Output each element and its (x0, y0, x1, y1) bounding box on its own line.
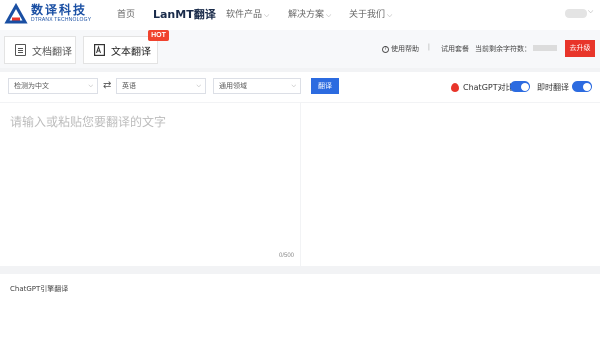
chevron-down-icon: ⌵ (264, 11, 270, 19)
tab-document-translate[interactable]: 文档翻译 (4, 36, 76, 64)
text-translate-icon (94, 44, 105, 56)
chatgpt-panel-title: ChatGPT引擎翻译 (10, 285, 69, 293)
chevron-down-icon: ⌵ (326, 11, 332, 19)
hot-badge: HOT (148, 30, 169, 41)
char-counter: 0/500 (278, 253, 294, 259)
source-language-select[interactable]: 检测为中文 ⌵ (8, 78, 98, 94)
nav-about-us[interactable]: 关于我们 ⌵ (349, 0, 392, 30)
top-nav: 数译科技 DTRANX TECHNOLOGY 首页 LanMT翻译 软件产品 ⌵ … (0, 0, 600, 30)
remaining-chars-label: 当前剩余字符数： (475, 45, 531, 53)
swap-languages-icon[interactable]: ⇄ (103, 80, 111, 92)
flame-icon (451, 83, 459, 92)
remaining-chars-value (533, 45, 557, 51)
chevron-down-icon: ⌵ (88, 82, 93, 89)
divider: | (428, 44, 430, 51)
avatar[interactable] (565, 9, 587, 18)
domain-select[interactable]: 通用领域 ⌵ (213, 78, 301, 94)
nav-solutions[interactable]: 解决方案 ⌵ (288, 0, 331, 30)
document-icon (15, 44, 26, 56)
trial-plan-link[interactable]: 试用套餐 (441, 44, 469, 54)
tab-text-translate[interactable]: 文本翻译 (83, 36, 158, 64)
translate-button[interactable]: 翻译 (311, 78, 339, 94)
target-panel (301, 103, 600, 266)
nav-lanmt[interactable]: LanMT翻译 (153, 0, 216, 30)
mode-bar: 文档翻译 文本翻译 HOT ? 使用帮助 | 试用套餐 当前剩余字符数： 去升级 (0, 30, 600, 68)
instant-translate-toggle[interactable] (572, 81, 592, 92)
help-icon: ? (382, 45, 389, 53)
chevron-down-icon[interactable]: ⌵ (588, 8, 593, 16)
chatgpt-panel: ChatGPT引擎翻译 (0, 274, 600, 364)
logo-name-cn: 数译科技 (31, 3, 88, 17)
chevron-down-icon: ⌵ (196, 82, 201, 89)
source-panel: 0/500 (0, 103, 300, 266)
logo-icon (4, 3, 28, 24)
logo[interactable]: 数译科技 DTRANX TECHNOLOGY (4, 3, 91, 25)
upgrade-button[interactable]: 去升级 (565, 40, 595, 57)
chatgpt-compare-label: ChatGPT对比 (451, 82, 514, 93)
chevron-down-icon: ⌵ (291, 82, 296, 89)
chatgpt-compare-toggle[interactable] (510, 81, 530, 92)
logo-name-en: DTRANX TECHNOLOGY (31, 17, 92, 23)
instant-translate-label: 即时翻译 (537, 83, 569, 92)
translate-controls: 检测为中文 ⌵ ⇄ 英语 ⌵ 通用领域 ⌵ 翻译 ChatGPT对比 即时翻译 (0, 72, 600, 102)
nav-software-products[interactable]: 软件产品 ⌵ (226, 0, 269, 30)
target-language-select[interactable]: 英语 ⌵ (116, 78, 206, 94)
chevron-down-icon: ⌵ (387, 11, 393, 19)
nav-home[interactable]: 首页 (117, 0, 135, 30)
source-text-input[interactable] (10, 113, 290, 243)
help-link[interactable]: ? 使用帮助 (382, 44, 419, 54)
